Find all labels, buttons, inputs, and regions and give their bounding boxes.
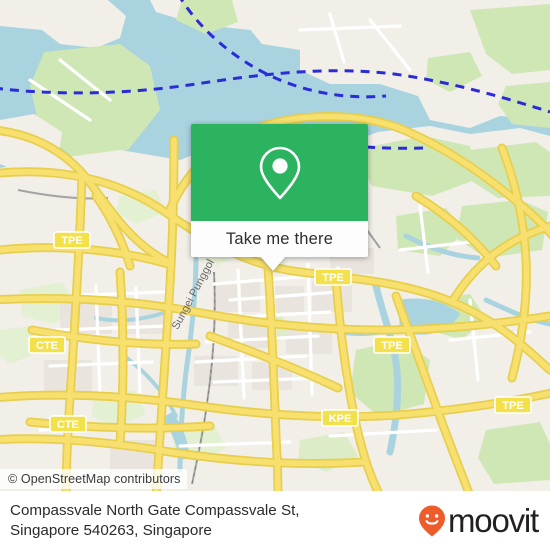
road-shield-kpe-1: KPE: [321, 409, 359, 427]
moovit-map-screenshot: Sungei Punggol TPE TPE TPE TPE CTE CTE K…: [0, 0, 550, 550]
take-me-there-callout[interactable]: Take me there: [191, 124, 368, 271]
callout-action[interactable]: Take me there: [191, 221, 368, 257]
svg-text:TPE: TPE: [502, 400, 523, 412]
svg-text:TPE: TPE: [322, 272, 343, 284]
road-shield-tpe-1: TPE: [53, 231, 91, 249]
svg-text:CTE: CTE: [57, 419, 79, 431]
take-me-there-label: Take me there: [225, 229, 334, 248]
map-pin-icon: [259, 146, 300, 199]
moovit-wordmark: moovit: [448, 501, 539, 539]
road-shield-cte-1: CTE: [28, 336, 66, 354]
svg-text:KPE: KPE: [329, 413, 352, 425]
callout-pointer-tail: [260, 256, 286, 271]
moovit-smiley-pin-icon: [419, 505, 445, 536]
address-line-2: Singapore 540263, Singapore: [10, 521, 212, 539]
callout-header: [191, 124, 368, 221]
svg-text:TPE: TPE: [61, 235, 82, 247]
road-shield-cte-2: CTE: [49, 415, 87, 433]
address-block: Compassvale North Gate Compassvale St, S…: [0, 501, 418, 541]
svg-text:CTE: CTE: [36, 340, 58, 352]
footer-bar: Compassvale North Gate Compassvale St, S…: [0, 491, 550, 550]
road-shield-tpe-3: TPE: [373, 336, 411, 354]
road-shield-tpe-2: TPE: [314, 268, 352, 286]
address-line-1: Compassvale North Gate Compassvale St,: [10, 501, 300, 519]
svg-text:TPE: TPE: [381, 340, 402, 352]
road-shield-tpe-4: TPE: [494, 396, 532, 414]
osm-attribution[interactable]: © OpenStreetMap contributors: [0, 469, 187, 489]
moovit-brand[interactable]: moovit: [418, 502, 550, 540]
